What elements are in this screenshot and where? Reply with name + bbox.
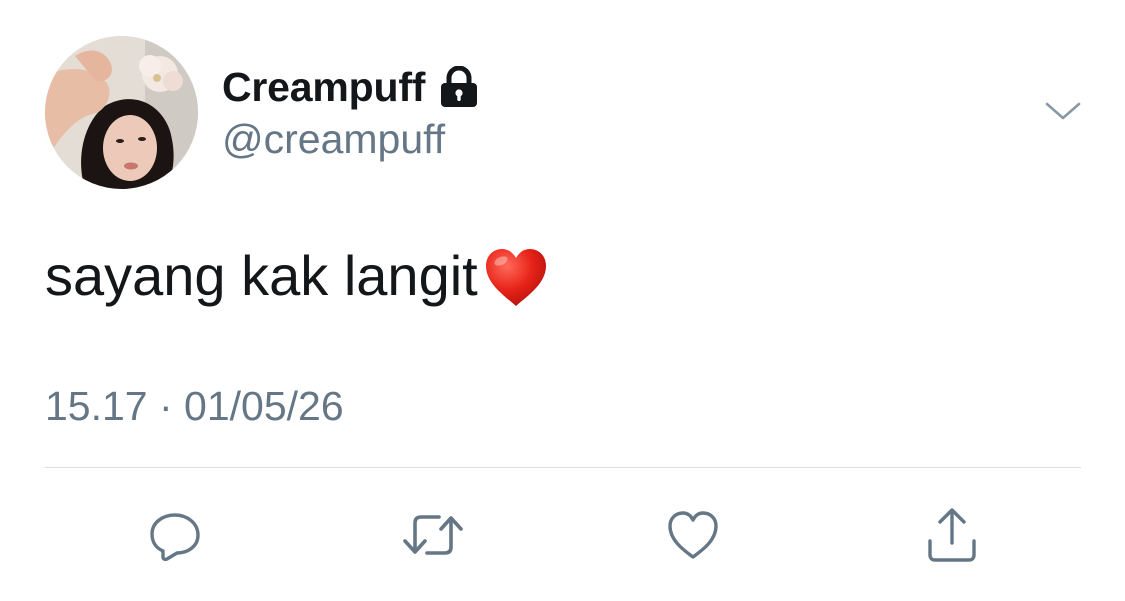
display-name[interactable]: Creampuff [222,64,425,111]
tweet-timestamp[interactable]: 15.17 · 01/05/26 [45,383,344,430]
tweet-card: Creampuff @creampuff sayang kak langit 1… [0,0,1125,601]
tweet-text: sayang kak langit [45,240,550,310]
share-button[interactable] [917,500,987,570]
retweet-button[interactable] [398,500,468,570]
action-bar [0,500,1125,570]
heart-outline-icon [665,507,721,563]
like-button[interactable] [658,500,728,570]
display-name-row: Creampuff [222,60,479,114]
reply-bubble-icon [147,507,203,563]
red-heart-emoji-icon [482,246,550,310]
lock-icon [439,66,479,108]
divider [45,467,1081,468]
user-handle[interactable]: @creampuff [222,116,445,163]
avatar[interactable] [45,36,198,189]
retweet-icon [401,507,465,563]
chevron-down-icon[interactable] [1044,96,1082,126]
reply-button[interactable] [140,500,210,570]
share-icon [922,505,982,565]
tweet-body: sayang kak langit [45,243,478,307]
